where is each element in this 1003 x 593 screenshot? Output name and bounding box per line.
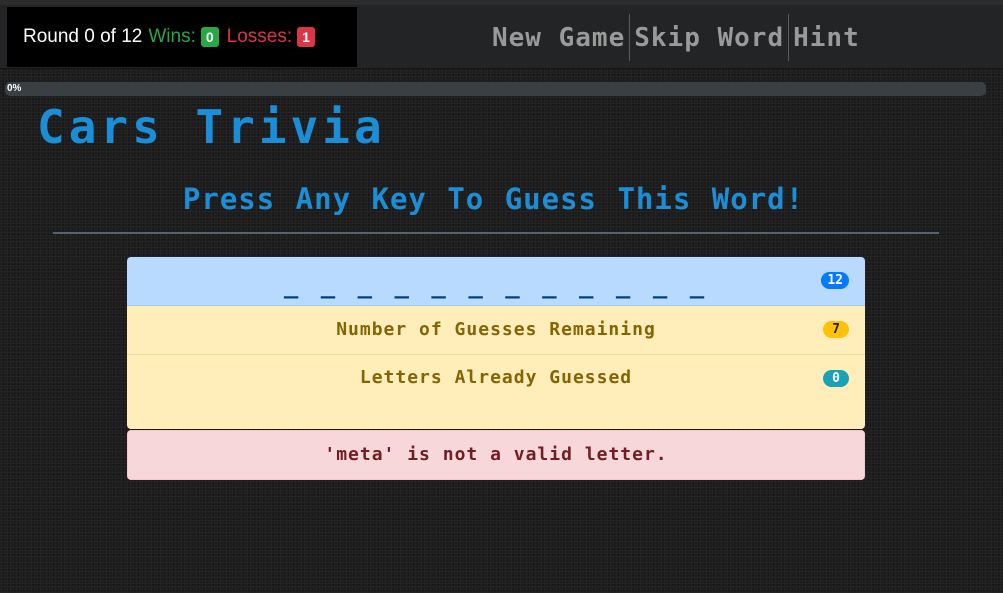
hint-button[interactable]: Hint [789,14,864,61]
new-game-button[interactable]: New Game [488,14,629,61]
skip-word-button[interactable]: Skip Word [630,14,788,61]
losses-badge: 1 [297,27,315,47]
guesses-remaining-row: Number of Guesses Remaining 7 [127,306,865,355]
letters-guessed-row: Letters Already Guessed 0 [127,355,865,429]
losses-label: Losses: [226,26,293,47]
guesses-remaining-badge: 7 [823,321,849,338]
round-progress-bar: 0% [5,82,986,96]
nav-button-group: New Game Skip Word Hint [488,14,864,61]
letters-guessed-label: Letters Already Guessed [359,367,633,388]
scoreboard: Round 0 of 12 Wins: 0 Losses: 1 [7,7,357,67]
letters-guessed-badge: 0 [823,370,849,387]
round-counter: Round 0 of 12 [23,26,143,47]
wins-label: Wins: [148,26,196,47]
progress-label: 0% [7,83,22,94]
word-blanks: _ _ _ _ _ _ _ _ _ _ _ _ [283,271,709,299]
error-alert: 'meta' is not a valid letter. [127,430,865,480]
word-length-badge: 12 [821,272,849,289]
current-word-row: _ _ _ _ _ _ _ _ _ _ _ _ 12 [127,257,865,306]
top-navbar: Round 0 of 12 Wins: 0 Losses: 1 New Game… [0,0,1003,69]
game-status-list: _ _ _ _ _ _ _ _ _ _ _ _ 12 Number of Gue… [127,257,865,429]
guesses-remaining-label: Number of Guesses Remaining [336,319,656,340]
page-title: Cars Trivia [37,100,386,154]
topbar-stripe [0,0,1003,5]
guess-prompt: Press Any Key To Guess This Word! [182,182,805,216]
wins-badge: 0 [200,27,219,47]
header-divider [53,232,939,234]
